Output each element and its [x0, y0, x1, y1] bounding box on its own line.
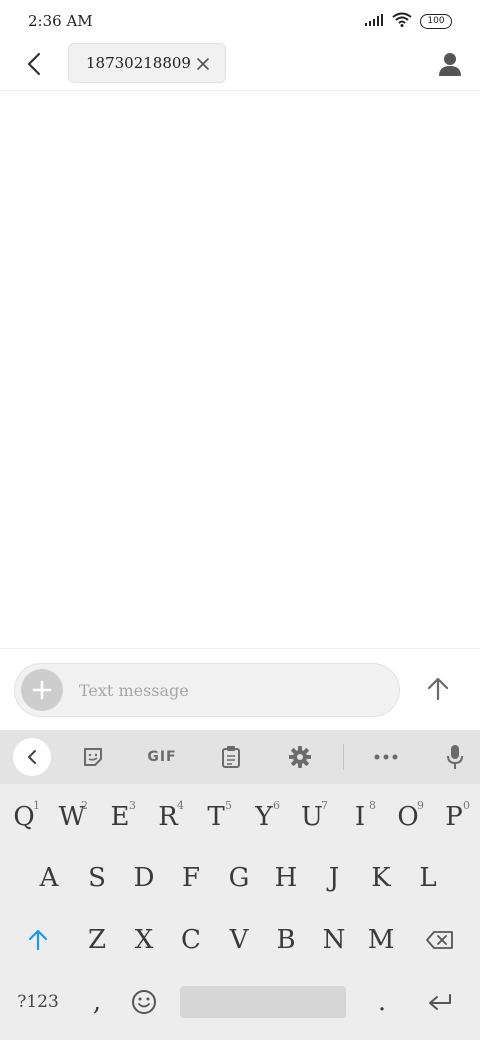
toolbar-divider	[343, 744, 344, 770]
status-time: 2:36 AM	[28, 12, 93, 30]
key-l[interactable]: L	[406, 853, 450, 903]
key-i[interactable]: I 8	[338, 792, 382, 842]
shift-arrow-icon	[28, 929, 48, 951]
key-j[interactable]: J	[312, 853, 356, 903]
key-e[interactable]: E 3	[98, 792, 142, 842]
contact-person-icon	[439, 53, 461, 76]
attach-button[interactable]	[21, 669, 63, 711]
backspace-key[interactable]	[418, 915, 462, 965]
key-x[interactable]: X	[122, 915, 166, 965]
remove-recipient-button[interactable]	[195, 56, 211, 72]
symbols-key[interactable]: ?123	[10, 977, 66, 1027]
recipient-number: 18730218809	[86, 54, 191, 72]
close-icon	[197, 58, 209, 70]
status-icons: 100	[364, 12, 452, 31]
keyboard-collapse-button[interactable]	[13, 738, 51, 776]
gif-icon: GIF	[147, 749, 177, 765]
compose-field	[14, 663, 400, 717]
key-o[interactable]: O 9	[386, 792, 430, 842]
key-q[interactable]: Q 1	[2, 792, 46, 842]
key-s[interactable]: S	[75, 853, 119, 903]
sticker-button[interactable]	[75, 739, 111, 775]
recipient-chip[interactable]: 18730218809	[68, 43, 226, 83]
gif-button[interactable]: GIF	[140, 739, 184, 775]
key-h[interactable]: H	[264, 853, 308, 903]
microphone-icon	[447, 745, 463, 769]
key-v[interactable]: V	[217, 915, 261, 965]
voice-input-button[interactable]	[437, 739, 473, 775]
key-c[interactable]: C	[169, 915, 213, 965]
key-n[interactable]: N	[312, 915, 356, 965]
clipboard-icon	[222, 746, 240, 768]
settings-gear-icon	[289, 746, 311, 768]
clipboard-button[interactable]	[213, 739, 249, 775]
period-key[interactable]: .	[360, 977, 404, 1027]
comma-key[interactable]: ,	[75, 977, 119, 1027]
plus-icon	[32, 680, 52, 700]
backspace-icon	[426, 931, 453, 949]
back-button[interactable]	[18, 48, 50, 80]
key-t[interactable]: T 5	[194, 792, 238, 842]
battery-icon: 100	[420, 14, 452, 29]
signal-icon	[364, 12, 384, 31]
keyboard: GIF Q 1 W 2 E 3 R 4 T 5 Y 6 U 7 I 8 O 9 …	[0, 730, 480, 1040]
shift-key[interactable]	[16, 915, 60, 965]
key-g[interactable]: G	[217, 853, 261, 903]
compose-bar	[0, 648, 480, 731]
conversation-area	[0, 91, 480, 647]
status-bar: 2:36 AM 100	[0, 0, 480, 40]
key-d[interactable]: D	[122, 853, 166, 903]
send-arrow-up-icon	[427, 677, 449, 701]
key-y[interactable]: Y 6	[242, 792, 286, 842]
key-k[interactable]: K	[359, 853, 403, 903]
message-input[interactable]	[79, 678, 379, 702]
keyboard-toolbar: GIF	[0, 730, 480, 784]
wifi-icon	[392, 12, 412, 31]
settings-button[interactable]	[282, 739, 318, 775]
conversation-header: 18730218809	[0, 40, 480, 91]
emoji-key[interactable]	[122, 977, 166, 1027]
sticker-icon	[84, 748, 102, 766]
enter-icon	[429, 994, 451, 1010]
back-arrow-icon	[27, 52, 41, 76]
key-u[interactable]: U 7	[290, 792, 334, 842]
key-r[interactable]: R 4	[146, 792, 190, 842]
chevron-left-icon	[28, 750, 36, 764]
key-f[interactable]: F	[169, 853, 213, 903]
more-button[interactable]	[368, 739, 404, 775]
enter-key[interactable]	[418, 977, 462, 1027]
key-a[interactable]: A	[27, 853, 71, 903]
key-z[interactable]: Z	[75, 915, 119, 965]
key-p[interactable]: P 0	[432, 792, 476, 842]
send-button[interactable]	[420, 671, 456, 707]
key-m[interactable]: M	[359, 915, 403, 965]
more-dots-icon	[374, 754, 398, 760]
emoji-icon	[132, 990, 156, 1014]
key-b[interactable]: B	[264, 915, 308, 965]
messaging-screen: 2:36 AM 100 18730218809 Text message GIF…	[0, 0, 480, 1040]
space-key[interactable]	[180, 986, 346, 1018]
contact-button[interactable]	[434, 48, 466, 80]
key-w[interactable]: W 2	[50, 792, 94, 842]
